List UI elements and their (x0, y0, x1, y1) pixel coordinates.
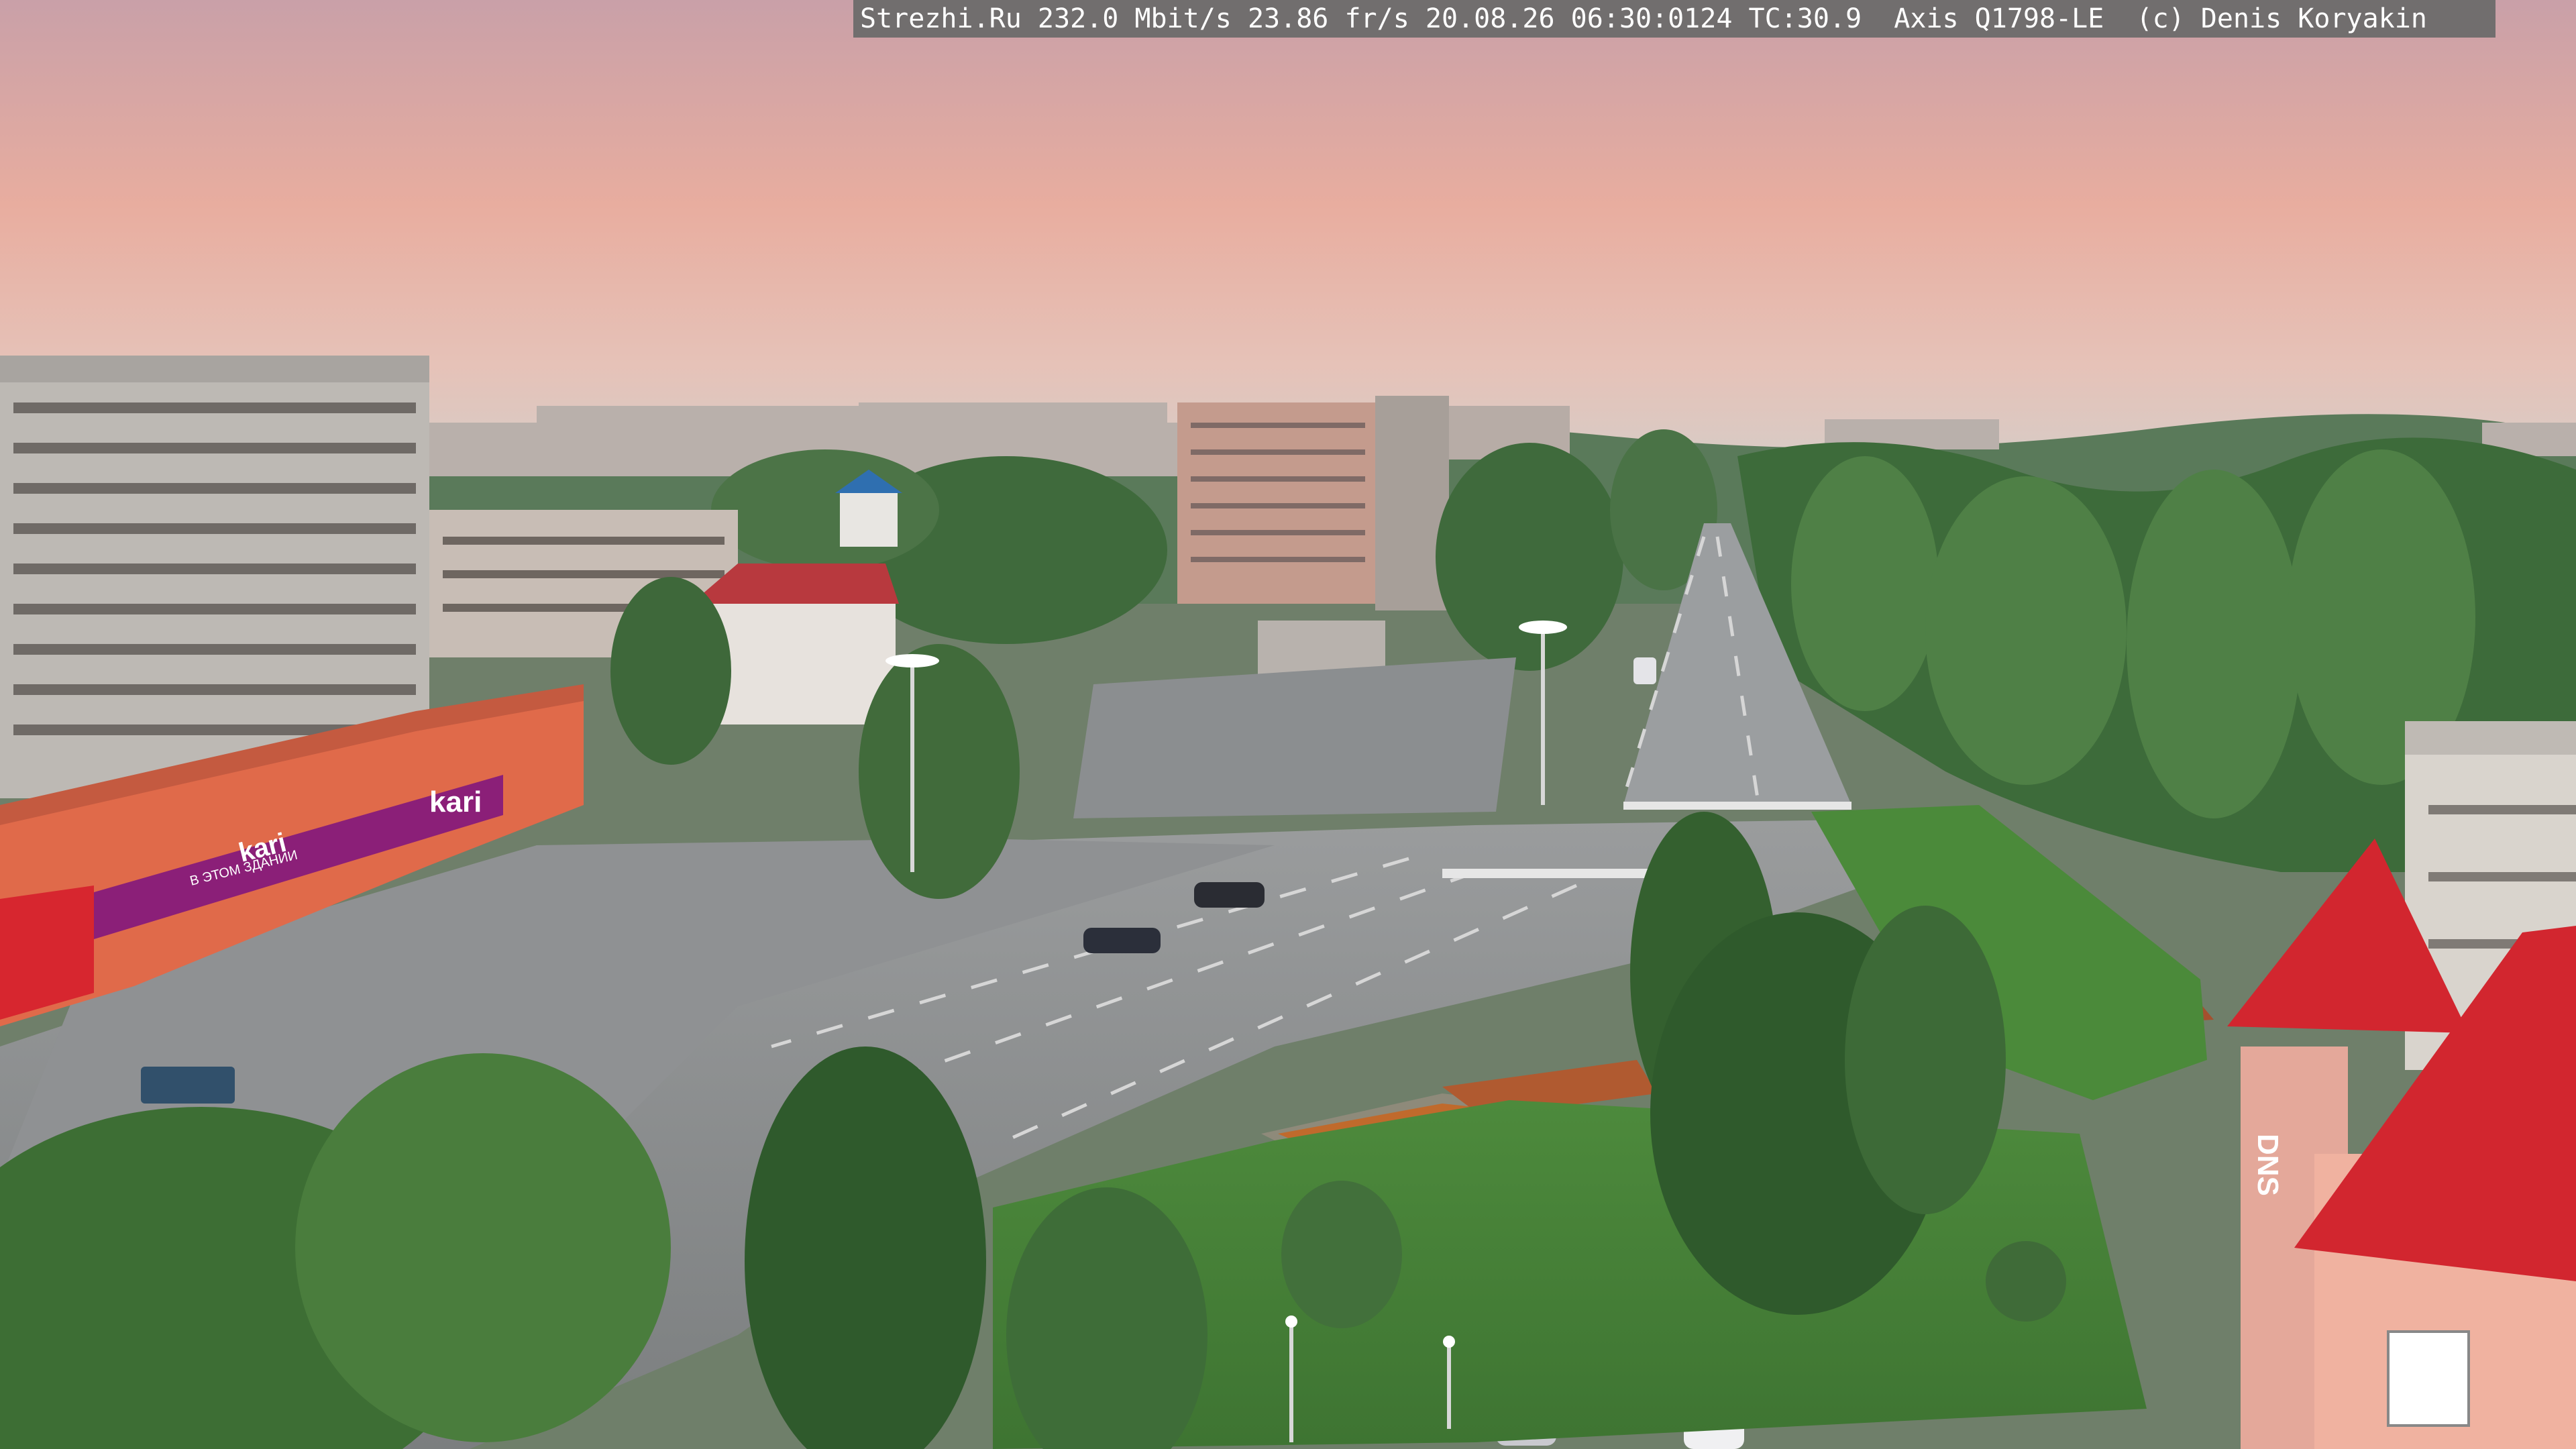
webcam-scene: kari В ЭТОМ ЗДАНИИ kari DNS (0, 0, 2576, 1449)
kari-sign-main: kari (429, 786, 482, 818)
camera-info-overlay: Strezhi.Ru 232.0 Mbit/s 23.86 fr/s 20.08… (853, 0, 2496, 38)
dns-sign: DNS (2251, 1134, 2284, 1196)
plaza-pavement (1073, 657, 1516, 818)
